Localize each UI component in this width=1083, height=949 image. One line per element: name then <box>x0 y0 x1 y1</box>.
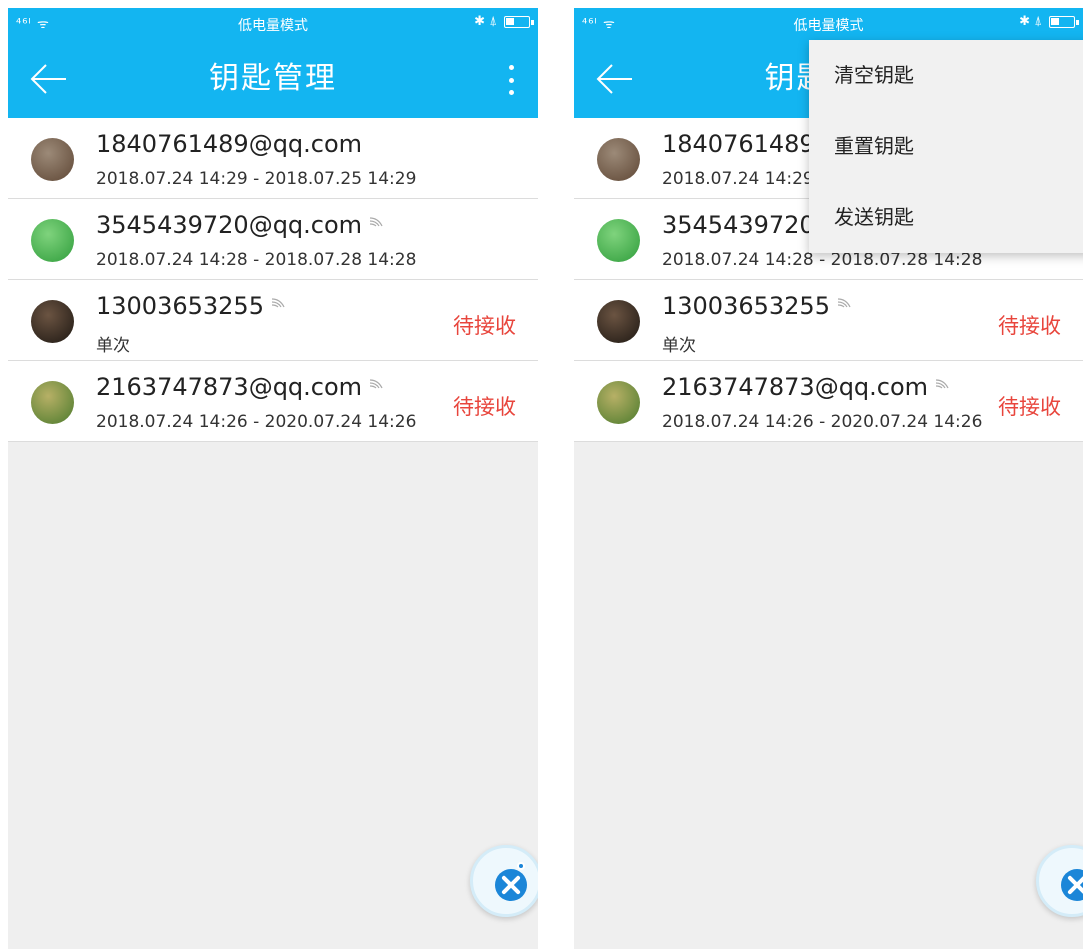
wifi-signal-icon <box>370 379 383 389</box>
fab-dot <box>517 862 525 870</box>
key-detail: 2018.07.24 14:26 - 2020.07.24 14:26 <box>662 412 983 432</box>
avatar <box>597 219 640 262</box>
status-bar: ⁴⁶ᴵ ᯤ 低电量模式 ✱ ⍋ <box>574 8 1083 40</box>
key-share-icon <box>495 869 527 901</box>
avatar <box>597 381 640 424</box>
app-bar: 钥匙管理 <box>8 40 538 118</box>
screen-left: ⁴⁶ᴵ ᯤ 低电量模式 ✱ ⍋ 钥匙管理 1840761489@qq.com 2… <box>8 8 538 949</box>
key-name: 2163747873@qq.com <box>96 373 384 401</box>
key-row[interactable]: 13003653255 单次 待接收 <box>574 280 1083 361</box>
status-bar: ⁴⁶ᴵ ᯤ 低电量模式 ✱ ⍋ <box>8 8 538 40</box>
menu-item-reset-keys[interactable]: 重置钥匙 <box>809 111 1083 182</box>
send-key-fab[interactable] <box>1036 845 1083 917</box>
key-list: 1840761489@qq.com 2018.07.24 14:29 - 201… <box>8 118 538 442</box>
more-vertical-icon[interactable] <box>506 65 516 95</box>
key-name: 2163747873@qq.com <box>662 373 950 401</box>
bluetooth-alarm-icon: ✱ ⍋ <box>474 14 497 29</box>
overflow-menu: 清空钥匙 重置钥匙 发送钥匙 <box>809 40 1083 253</box>
avatar <box>597 138 640 181</box>
avatar <box>597 300 640 343</box>
key-row[interactable]: 13003653255 单次 待接收 <box>8 280 538 361</box>
status-badge: 待接收 <box>453 395 516 419</box>
avatar <box>31 219 74 262</box>
key-name: 1840761489@qq.com <box>96 130 363 158</box>
battery-icon <box>1049 15 1079 28</box>
status-badge: 待接收 <box>453 314 516 338</box>
send-key-fab[interactable] <box>470 845 538 917</box>
key-name: 13003653255 <box>662 292 852 320</box>
status-mode-text: 低电量模式 <box>793 18 864 34</box>
status-badge: 待接收 <box>998 314 1061 338</box>
key-row[interactable]: 1840761489@qq.com 2018.07.24 14:29 - 201… <box>8 118 538 199</box>
battery-icon <box>504 15 534 28</box>
key-detail: 2018.07.24 14:28 - 2018.07.28 14:28 <box>662 250 983 270</box>
key-share-icon <box>1061 869 1083 901</box>
status-badge: 待接收 <box>998 395 1061 419</box>
status-mode-text: 低电量模式 <box>238 18 308 34</box>
menu-item-clear-keys[interactable]: 清空钥匙 <box>809 40 1083 111</box>
wifi-signal-icon <box>837 298 851 308</box>
key-detail: 单次 <box>96 336 130 356</box>
wifi-signal-icon <box>271 298 285 308</box>
key-name: 3545439720@qq.com <box>96 211 384 239</box>
key-row[interactable]: 3545439720@qq.com 2018.07.24 14:28 - 201… <box>8 199 538 280</box>
bluetooth-alarm-icon: ✱ ⍋ <box>1019 14 1042 29</box>
key-detail: 单次 <box>662 336 696 356</box>
key-row[interactable]: 2163747873@qq.com 2018.07.24 14:26 - 202… <box>574 361 1083 442</box>
key-detail: 2018.07.24 14:28 - 2018.07.28 14:28 <box>96 250 417 270</box>
avatar <box>31 300 74 343</box>
key-detail: 2018.07.24 14:29 - 2018.07.25 14:29 <box>96 169 417 189</box>
key-detail: 2018.07.24 14:26 - 2020.07.24 14:26 <box>96 412 417 432</box>
wifi-signal-icon <box>936 379 949 389</box>
key-name: 13003653255 <box>96 292 286 320</box>
menu-item-send-key[interactable]: 发送钥匙 <box>809 182 1083 253</box>
avatar <box>31 138 74 181</box>
screen-right: ⁴⁶ᴵ ᯤ 低电量模式 ✱ ⍋ 钥匙管理 1840761489@qq.com 2… <box>574 8 1083 949</box>
status-right-icons: ✱ ⍋ <box>474 14 534 29</box>
status-right-icons: ✱ ⍋ <box>1019 14 1079 29</box>
avatar <box>31 381 74 424</box>
wifi-signal-icon <box>370 217 383 227</box>
page-title: 钥匙管理 <box>209 61 337 96</box>
key-row[interactable]: 2163747873@qq.com 2018.07.24 14:26 - 202… <box>8 361 538 442</box>
